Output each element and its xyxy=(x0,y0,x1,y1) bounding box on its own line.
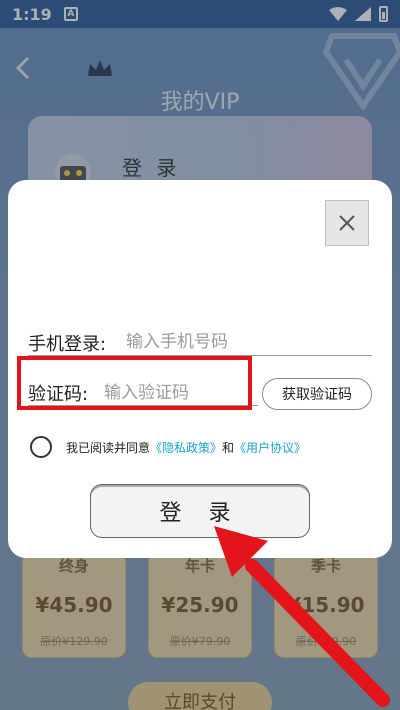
phone-label: 手机登录: xyxy=(28,334,107,355)
agree-text: 我已阅读并同意 xyxy=(66,440,151,455)
phone-row: 手机登录: xyxy=(28,329,372,356)
user-agreement-link[interactable]: 《用户协议》 xyxy=(234,439,306,456)
agree-radio[interactable] xyxy=(30,436,52,458)
agreement-row: 我已阅读并同意 《隐私政策》 和 《用户协议》 xyxy=(30,434,306,460)
close-icon xyxy=(339,215,355,231)
get-code-button[interactable]: 获取验证码 xyxy=(262,378,372,410)
privacy-policy-link[interactable]: 《隐私政策》 xyxy=(150,439,222,456)
phone-input[interactable] xyxy=(126,329,366,355)
close-button[interactable] xyxy=(325,200,369,246)
and-text: 和 xyxy=(222,440,235,455)
login-dialog: 手机登录: 验证码: 获取验证码 我已阅读并同意 《隐私政策》 和 《用户协议》… xyxy=(8,180,392,558)
login-button[interactable]: 登 录 xyxy=(90,484,310,538)
code-highlight-box xyxy=(17,356,252,410)
